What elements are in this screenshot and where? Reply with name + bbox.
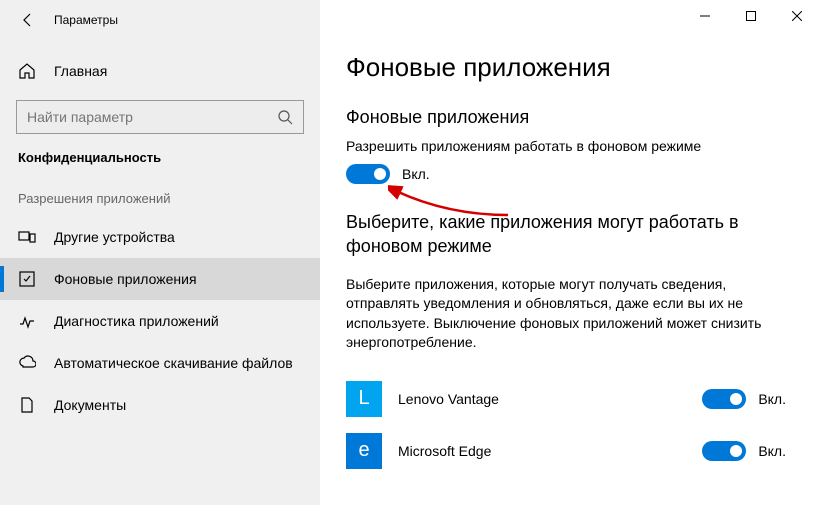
home-icon — [18, 62, 38, 80]
sidebar-item-other-devices[interactable]: Другие устройства — [0, 216, 320, 258]
documents-icon — [18, 396, 38, 414]
sidebar-home[interactable]: Главная — [0, 52, 320, 90]
app-toggle[interactable] — [702, 389, 746, 409]
sidebar: Параметры Главная Конфиденциальность Раз… — [0, 0, 320, 505]
master-toggle[interactable] — [346, 164, 390, 184]
app-icon-edge: e — [346, 433, 382, 469]
diagnostics-icon — [18, 312, 38, 330]
app-toggle[interactable] — [702, 441, 746, 461]
search-field[interactable] — [27, 109, 277, 125]
section-background-apps-desc: Разрешить приложениям работать в фоновом… — [346, 138, 794, 154]
sidebar-category: Конфиденциальность — [0, 150, 320, 165]
cloud-download-icon — [18, 354, 38, 372]
app-name: Microsoft Edge — [398, 443, 702, 459]
sidebar-group-label: Разрешения приложений — [0, 191, 320, 206]
sidebar-item-label: Автоматическое скачивание файлов — [54, 355, 293, 371]
sidebar-item-app-diagnostics[interactable]: Диагностика приложений — [0, 300, 320, 342]
app-icon-lenovo: L — [346, 381, 382, 417]
section-background-apps-heading: Фоновые приложения — [346, 107, 794, 128]
minimize-button[interactable] — [682, 0, 728, 32]
sidebar-item-label: Документы — [54, 397, 126, 413]
app-name: Lenovo Vantage — [398, 391, 702, 407]
section-choose-apps-desc: Выберите приложения, которые могут получ… — [346, 275, 766, 353]
search-icon — [277, 109, 293, 125]
background-apps-icon — [18, 270, 38, 288]
window-title: Параметры — [54, 13, 118, 27]
titlebar: Параметры — [0, 0, 320, 40]
app-row: L Lenovo Vantage Вкл. — [346, 373, 794, 425]
app-toggle-label: Вкл. — [758, 443, 786, 459]
window-controls — [682, 0, 820, 32]
app-row: e Microsoft Edge Вкл. — [346, 425, 794, 477]
sidebar-item-background-apps[interactable]: Фоновые приложения — [0, 258, 320, 300]
sidebar-item-label: Другие устройства — [54, 229, 175, 245]
section-choose-apps-heading: Выберите, какие приложения могут работат… — [346, 210, 794, 259]
app-toggle-label: Вкл. — [758, 391, 786, 407]
devices-icon — [18, 228, 38, 246]
sidebar-home-label: Главная — [54, 63, 107, 79]
main-content: Фоновые приложения Фоновые приложения Ра… — [320, 0, 820, 505]
close-button[interactable] — [774, 0, 820, 32]
master-toggle-label: Вкл. — [402, 166, 430, 182]
sidebar-item-documents[interactable]: Документы — [0, 384, 320, 426]
sidebar-item-auto-downloads[interactable]: Автоматическое скачивание файлов — [0, 342, 320, 384]
sidebar-item-label: Диагностика приложений — [54, 313, 219, 329]
page-title: Фоновые приложения — [346, 52, 794, 83]
maximize-button[interactable] — [728, 0, 774, 32]
sidebar-item-label: Фоновые приложения — [54, 271, 197, 287]
master-toggle-row: Вкл. — [346, 164, 794, 184]
back-button[interactable] — [18, 10, 38, 30]
search-input[interactable] — [16, 100, 304, 134]
